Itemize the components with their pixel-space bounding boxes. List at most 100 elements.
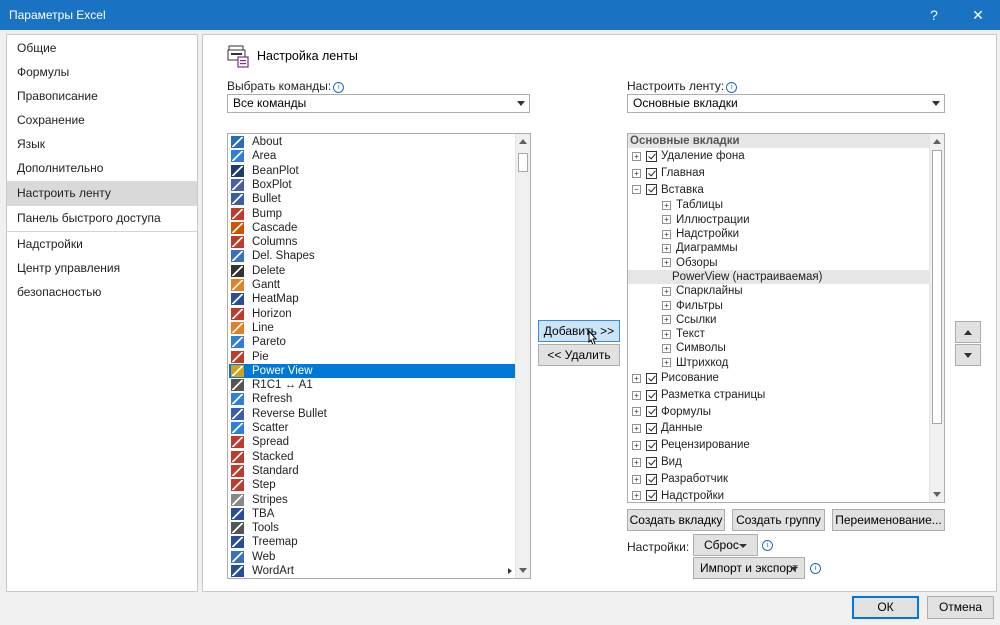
- ribbon-group-item[interactable]: PowerView (настраиваемая): [628, 269, 930, 285]
- ribbon-group-item[interactable]: + Обзоры: [628, 256, 930, 270]
- expand-icon[interactable]: +: [632, 407, 641, 417]
- command-item[interactable]: Gantt: [229, 278, 515, 292]
- info-icon[interactable]: i: [333, 82, 345, 93]
- command-item[interactable]: Spread: [229, 435, 515, 449]
- expand-icon[interactable]: +: [632, 491, 641, 501]
- expand-icon[interactable]: +: [632, 474, 641, 484]
- nav-item-formulas[interactable]: Формулы: [7, 60, 197, 84]
- rename-button[interactable]: Переименование...: [832, 509, 945, 531]
- command-item[interactable]: Cascade: [229, 221, 515, 235]
- info-icon[interactable]: i: [726, 82, 738, 93]
- command-item[interactable]: WordArt: [229, 564, 515, 578]
- cancel-button[interactable]: Отмена: [927, 596, 994, 619]
- customize-ribbon-dropdown[interactable]: Основные вкладки: [627, 94, 945, 113]
- choose-commands-dropdown[interactable]: Все команды: [227, 94, 530, 113]
- nav-item-proofing[interactable]: Правописание: [7, 84, 197, 108]
- ribbon-group-item[interactable]: + Иллюстрации: [628, 213, 930, 227]
- expand-icon[interactable]: +: [632, 390, 641, 400]
- nav-item-general[interactable]: Общие: [7, 36, 197, 60]
- expand-icon[interactable]: +: [662, 229, 671, 239]
- scroll-down-icon[interactable]: [516, 563, 530, 578]
- expand-icon[interactable]: +: [662, 315, 671, 325]
- close-button[interactable]: ✕: [956, 0, 1000, 30]
- add-button[interactable]: Добавить >>: [538, 320, 620, 342]
- command-item[interactable]: HeatMap: [229, 292, 515, 306]
- command-item[interactable]: Reverse Bullet: [229, 407, 515, 421]
- scroll-up-icon[interactable]: [516, 134, 530, 149]
- nav-item-trust-center[interactable]: Центр управления безопасностью: [7, 256, 197, 299]
- remove-button[interactable]: << Удалить: [538, 344, 620, 366]
- commands-list[interactable]: About Area BeanPlot BoxPlot Bullet Bump Cascad…: [227, 133, 531, 579]
- ribbon-group-item[interactable]: + Ссылки: [628, 313, 930, 327]
- command-item[interactable]: Stacked: [229, 450, 515, 464]
- scroll-up-icon[interactable]: [930, 134, 944, 149]
- ribbon-group-item[interactable]: + Штрихкод: [628, 356, 930, 370]
- new-tab-button[interactable]: Создать вкладку: [627, 509, 725, 531]
- command-item[interactable]: Power View: [229, 363, 515, 379]
- ok-button[interactable]: ОК: [852, 596, 919, 619]
- help-button[interactable]: ?: [912, 0, 956, 30]
- collapse-icon[interactable]: −: [632, 185, 641, 195]
- move-down-button[interactable]: [955, 344, 981, 366]
- scroll-thumb[interactable]: [932, 150, 942, 424]
- ribbon-tab-item[interactable]: + Главная: [628, 165, 930, 182]
- ribbon-tab-item[interactable]: + Рисование: [628, 370, 930, 387]
- command-item[interactable]: Refresh: [229, 392, 515, 406]
- ribbon-tree[interactable]: Основные вкладки + Удаление фона + Главная −…: [627, 133, 945, 503]
- checkbox[interactable]: [646, 440, 657, 452]
- ribbon-group-item[interactable]: + Символы: [628, 341, 930, 355]
- expand-icon[interactable]: +: [632, 457, 641, 467]
- command-item[interactable]: Stripes: [229, 493, 515, 507]
- ribbon-tab-item[interactable]: + Формулы: [628, 404, 930, 421]
- checkbox[interactable]: [646, 406, 657, 418]
- command-item[interactable]: Bump: [229, 207, 515, 221]
- expand-icon[interactable]: +: [662, 286, 671, 296]
- new-group-button[interactable]: Создать группу: [732, 509, 825, 531]
- checkbox[interactable]: [646, 184, 657, 196]
- move-up-button[interactable]: [955, 321, 981, 343]
- ribbon-group-item[interactable]: + Спарклайны: [628, 284, 930, 298]
- command-item[interactable]: Pie: [229, 350, 515, 364]
- reset-button[interactable]: Сброс: [693, 534, 758, 556]
- command-item[interactable]: Web: [229, 550, 515, 564]
- expand-icon[interactable]: +: [662, 243, 671, 253]
- nav-item-advanced[interactable]: Дополнительно: [7, 156, 197, 180]
- nav-item-save[interactable]: Сохранение: [7, 108, 197, 132]
- expand-icon[interactable]: +: [662, 329, 671, 339]
- command-item[interactable]: Line: [229, 321, 515, 335]
- nav-item-quick-access[interactable]: Панель быстрого доступа: [7, 206, 197, 230]
- ribbon-tab-item[interactable]: + Разметка страницы: [628, 387, 930, 404]
- ribbon-group-item[interactable]: + Фильтры: [628, 299, 930, 313]
- expand-icon[interactable]: +: [662, 258, 671, 268]
- command-item[interactable]: Columns: [229, 235, 515, 249]
- expand-icon[interactable]: +: [632, 151, 641, 161]
- ribbon-group-item[interactable]: + Диаграммы: [628, 241, 930, 255]
- checkbox[interactable]: [646, 473, 657, 485]
- checkbox[interactable]: [646, 372, 657, 384]
- ribbon-tab-item[interactable]: + Вид: [628, 454, 930, 471]
- checkbox[interactable]: [646, 456, 657, 468]
- ribbon-tab-item[interactable]: + Рецензирование: [628, 437, 930, 454]
- command-item[interactable]: Area: [229, 149, 515, 163]
- command-item[interactable]: BoxPlot: [229, 178, 515, 192]
- command-item[interactable]: Horizon: [229, 307, 515, 321]
- command-item[interactable]: BeanPlot: [229, 164, 515, 178]
- command-item[interactable]: Standard: [229, 464, 515, 478]
- ribbon-group-item[interactable]: + Текст: [628, 327, 930, 341]
- ribbon-tab-item[interactable]: − Вставка: [628, 182, 930, 199]
- scroll-thumb[interactable]: [518, 153, 528, 172]
- ribbon-group-item[interactable]: + Надстройки: [628, 227, 930, 241]
- command-item[interactable]: Pareto: [229, 335, 515, 349]
- ribbon-group-item[interactable]: + Таблицы: [628, 198, 930, 212]
- scroll-down-icon[interactable]: [930, 487, 944, 502]
- command-item[interactable]: Del. Shapes: [229, 249, 515, 263]
- ribbon-tree-scrollbar[interactable]: [929, 134, 944, 502]
- commands-scrollbar[interactable]: [515, 134, 530, 578]
- nav-item-addins[interactable]: Надстройки: [7, 232, 197, 256]
- command-item[interactable]: Treemap: [229, 535, 515, 549]
- command-item[interactable]: TBA: [229, 507, 515, 521]
- info-icon[interactable]: i: [810, 563, 821, 574]
- command-item[interactable]: Step: [229, 478, 515, 492]
- command-item[interactable]: Tools: [229, 521, 515, 535]
- expand-icon[interactable]: +: [632, 424, 641, 434]
